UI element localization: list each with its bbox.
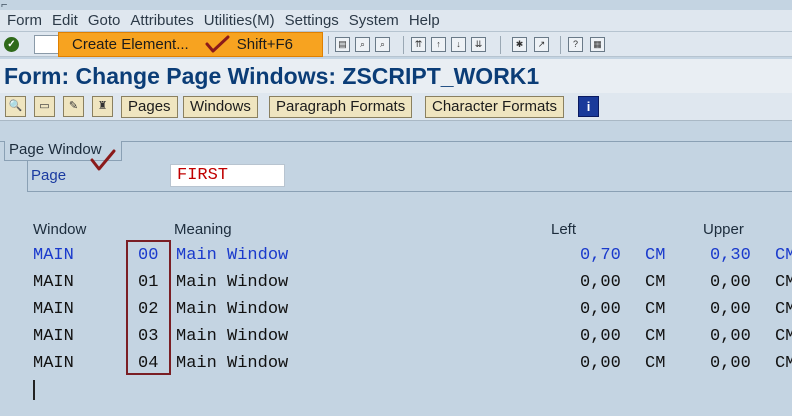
print-icon[interactable]: ▤ — [335, 37, 350, 52]
display-icon[interactable]: 🔍 — [5, 96, 26, 117]
window-cell: MAIN — [33, 354, 74, 373]
find-icon[interactable]: ⌕ — [355, 37, 370, 52]
application-toolbar: 🔍 ▭ ✎ ♜ Pages Windows Paragraph Formats … — [0, 93, 792, 121]
left-cell: 0,00 — [580, 300, 621, 319]
text-cursor — [33, 380, 35, 400]
context-menu-item-label: Create Element... — [72, 36, 189, 53]
meaning-cell: Main Window — [176, 246, 289, 265]
table-row-selected[interactable]: MAIN 00 Main Window 0,70 CM 0,30 CM — [0, 243, 792, 270]
upper-cell: 0,00 — [710, 354, 751, 373]
windows-button[interactable]: Windows — [183, 96, 258, 118]
paragraph-formats-button[interactable]: Paragraph Formats — [269, 96, 413, 118]
table-row[interactable]: MAIN 02 Main Window 0,00 CM 0,00 CM — [0, 297, 792, 324]
create-session-icon[interactable]: ✱ — [512, 37, 527, 52]
find-next-icon[interactable]: ⌕ — [375, 37, 390, 52]
menu-help[interactable]: Help — [409, 12, 440, 29]
menu-attributes[interactable]: Attributes — [130, 12, 193, 29]
page-title: Form: Change Page Windows: ZSCRIPT_WORK1 — [0, 59, 792, 93]
upper-cell: 0,00 — [710, 300, 751, 319]
help-icon[interactable]: ? — [568, 37, 583, 52]
left-cell: 0,00 — [580, 273, 621, 292]
separator — [403, 36, 404, 54]
column-header-left: Left — [551, 221, 577, 238]
window-cell: MAIN — [33, 246, 74, 265]
table-row[interactable]: MAIN 03 Main Window 0,00 CM 0,00 CM — [0, 324, 792, 351]
menu-goto[interactable]: Goto — [88, 12, 121, 29]
upper-cell: 0,30 — [710, 246, 751, 265]
annotation-checkmark — [90, 149, 116, 171]
upper-unit-cell: CM — [775, 273, 792, 292]
table-row[interactable]: MAIN 01 Main Window 0,00 CM 0,00 CM — [0, 270, 792, 297]
menu-bar: Form Edit Goto Attributes Utilities(M) S… — [0, 10, 792, 31]
menu-edit[interactable]: Edit — [52, 12, 78, 29]
edit-icon[interactable]: ✎ — [63, 96, 84, 117]
menu-settings[interactable]: Settings — [285, 12, 339, 29]
page-field[interactable]: FIRST — [170, 164, 285, 187]
previous-page-icon[interactable]: ↑ — [431, 37, 446, 52]
menu-system[interactable]: System — [349, 12, 399, 29]
upper-unit-cell: CM — [775, 327, 792, 346]
meaning-cell: Main Window — [176, 273, 289, 292]
column-header-window: Window — [33, 221, 87, 238]
upper-unit-cell: CM — [775, 354, 792, 373]
upper-cell: 0,00 — [710, 327, 751, 346]
info-icon[interactable]: i — [578, 96, 599, 117]
annotation-id-box — [126, 240, 171, 375]
meaning-cell: Main Window — [176, 354, 289, 373]
left-cell: 0,00 — [580, 327, 621, 346]
table-row[interactable]: MAIN 04 Main Window 0,00 CM 0,00 CM — [0, 351, 792, 378]
first-page-icon[interactable]: ⇈ — [411, 37, 426, 52]
stamp-icon[interactable]: ♜ — [92, 96, 113, 117]
left-cell: 0,70 — [580, 246, 621, 265]
separator — [500, 36, 501, 54]
system-menu-icon[interactable]: ⌐ — [0, 0, 18, 11]
shortcut-icon[interactable]: ↗ — [534, 37, 549, 52]
column-header-upper: Upper — [703, 221, 744, 238]
menu-form[interactable]: Form — [7, 12, 42, 29]
copy-document-icon[interactable]: ▭ — [34, 96, 55, 117]
left-unit-cell: CM — [645, 273, 666, 292]
left-unit-cell: CM — [645, 300, 666, 319]
annotation-checkmark — [205, 35, 230, 53]
pages-button[interactable]: Pages — [121, 96, 178, 118]
character-formats-button[interactable]: Character Formats — [425, 96, 565, 118]
window-cell: MAIN — [33, 327, 74, 346]
upper-cell: 0,00 — [710, 273, 751, 292]
last-page-icon[interactable]: ⇊ — [471, 37, 486, 52]
left-cell: 0,00 — [580, 354, 621, 373]
separator — [328, 36, 329, 54]
left-unit-cell: CM — [645, 327, 666, 346]
column-header-meaning: Meaning — [174, 221, 232, 238]
window-cell: MAIN — [33, 273, 74, 292]
page-label: Page — [31, 167, 67, 184]
layout-menu-icon[interactable]: ▦ — [590, 37, 605, 52]
menu-utilities[interactable]: Utilities(M) — [204, 12, 275, 29]
context-menu-shortcut: Shift+F6 — [236, 36, 293, 53]
upper-unit-cell: CM — [775, 246, 792, 265]
next-page-icon[interactable]: ↓ — [451, 37, 466, 52]
group-border — [27, 191, 792, 192]
enter-icon[interactable]: ✓ — [4, 37, 19, 52]
left-unit-cell: CM — [645, 354, 666, 373]
context-menu-create-element[interactable]: Create Element... Shift+F6 — [58, 32, 323, 57]
upper-unit-cell: CM — [775, 300, 792, 319]
group-border — [27, 160, 28, 192]
meaning-cell: Main Window — [176, 327, 289, 346]
left-unit-cell: CM — [645, 246, 666, 265]
standard-toolbar: ✓ Create Element... Shift+F6 ▤ ⌕ ⌕ ⇈ ↑ ↓… — [0, 31, 792, 57]
meaning-cell: Main Window — [176, 300, 289, 319]
separator — [560, 36, 561, 54]
window-cell: MAIN — [33, 300, 74, 319]
